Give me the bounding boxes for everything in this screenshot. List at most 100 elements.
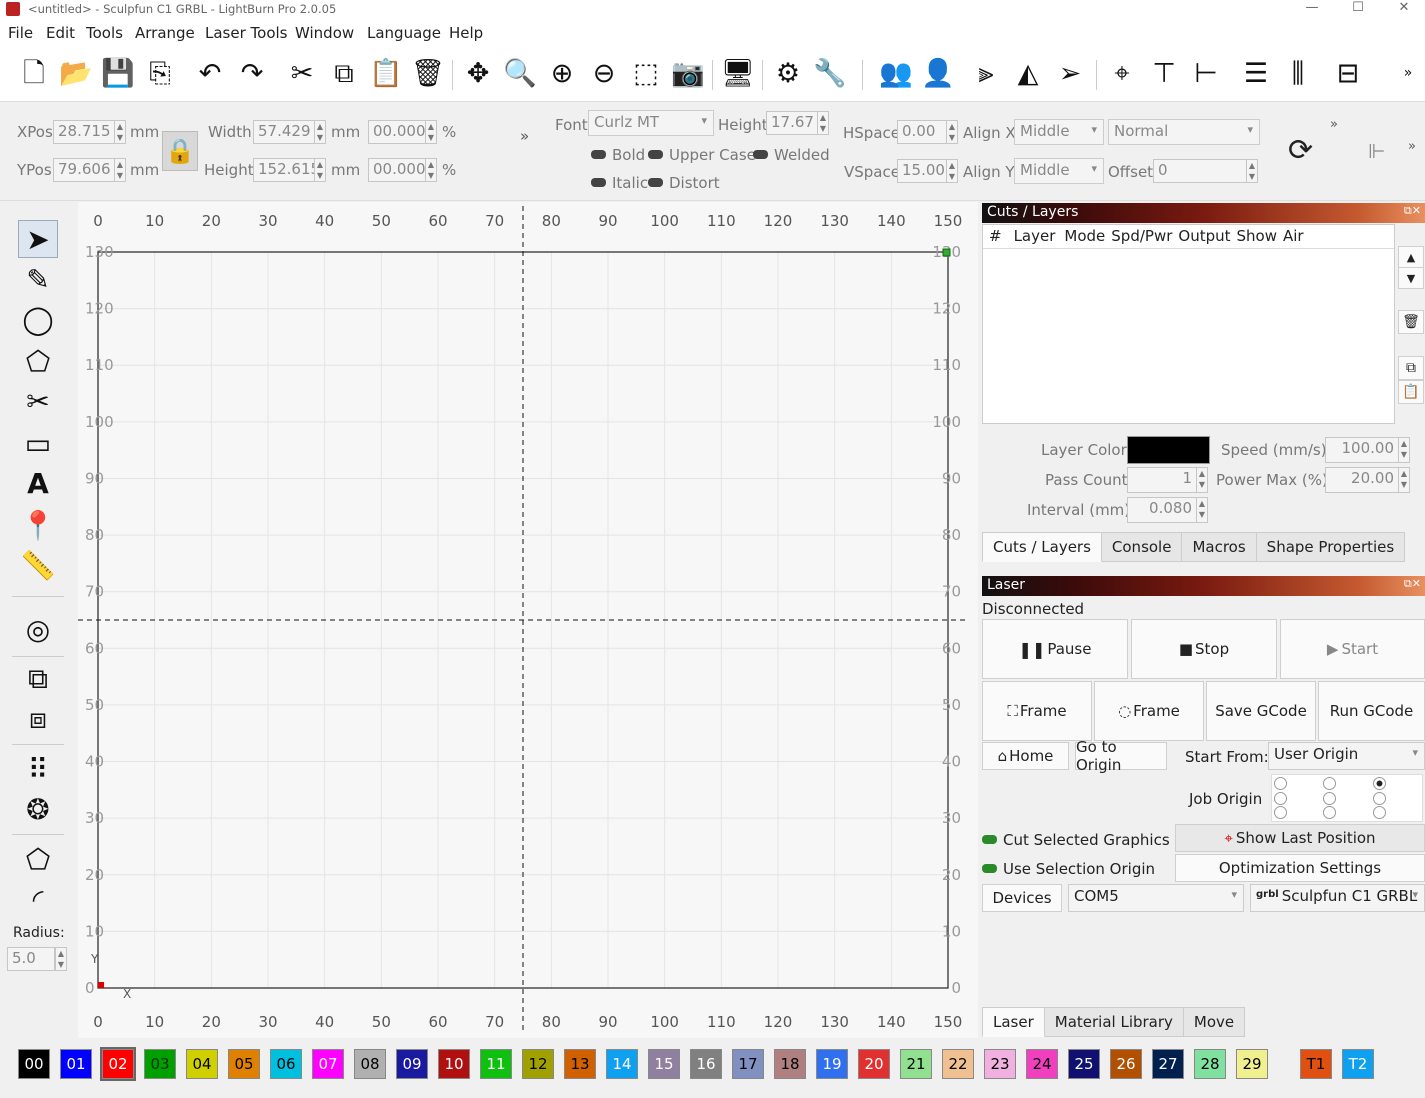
font-height-spin[interactable]: ▲ ▼ [817,111,829,135]
frame-round-button[interactable]: ◌ Frame [1094,681,1204,741]
zoom-frame-icon[interactable]: ⬚ [627,54,665,92]
width-input[interactable]: 57.429 [253,120,315,144]
tab-move[interactable]: Move [1183,1007,1246,1037]
layer-color-swatch[interactable] [1127,436,1210,464]
canvas-grid[interactable]: 0 0 10 10 20 20 30 30 40 40 50 50 60 60 70 70 80 80 90 90 10… [78,202,978,1038]
port-select[interactable]: COM5 [1068,884,1244,912]
vspace-spin[interactable]: ▲ ▼ [946,159,958,183]
palette-color-14[interactable]: 14 [606,1049,638,1079]
boolean-union-icon[interactable]: ⧉ [18,660,58,698]
palette-color-27[interactable]: 27 [1152,1049,1184,1079]
refresh-icon[interactable]: ⟳ [1288,133,1313,168]
align-icon[interactable]: ⫸ [967,54,1005,92]
palette-color-19[interactable]: 19 [816,1049,848,1079]
col-show[interactable]: Show [1234,225,1280,248]
col-spd-pwr[interactable]: Spd/Pwr [1108,225,1175,248]
ypos-input[interactable]: 79.606 [53,158,115,182]
origin-top-center[interactable] [1323,777,1336,790]
pass-count-spin[interactable]: ▲ ▼ [1196,467,1208,493]
minimize-button[interactable]: — [1292,0,1332,15]
palette-color-12[interactable]: 12 [522,1049,554,1079]
col-output[interactable]: Output [1175,225,1233,248]
use-selection-origin-toggle[interactable]: Use Selection Origin [982,860,1155,878]
menu-help[interactable]: Help [449,24,483,42]
crosshair-icon[interactable]: ⌖ [1103,54,1141,92]
toolbar-more-icon[interactable]: » [1398,54,1418,92]
palette-color-20[interactable]: 20 [858,1049,890,1079]
xpos-input[interactable]: 28.715 [53,120,115,144]
palette-color-07[interactable]: 07 [312,1049,344,1079]
corner-radius-icon[interactable]: ◜ [18,880,58,918]
offset-input[interactable]: 0 [1153,159,1247,183]
offset-spin[interactable]: ▲ ▼ [1246,159,1258,183]
lock-ratio-icon[interactable]: 🔒 [162,131,198,171]
col-layer[interactable]: Layer [1008,225,1062,248]
cut-icon[interactable]: ✂ [283,54,321,92]
power-max-spin[interactable]: ▲ ▼ [1398,467,1410,493]
alignx-select[interactable]: Middle [1014,119,1104,145]
panel-float-icon[interactable]: ⧉✕ [1404,204,1421,218]
pause-button[interactable]: ❚❚ Pause [982,619,1128,679]
palette-color-00[interactable]: 00 [18,1049,50,1079]
device-select[interactable]: grbl Sculpfun C1 GRBL [1250,884,1425,912]
palette-color-18[interactable]: 18 [774,1049,806,1079]
rectangle-icon[interactable]: ▭ [18,424,58,462]
monitor-icon[interactable]: 🖥 [719,54,757,92]
speed-spin[interactable]: ▲ ▼ [1398,437,1410,463]
layer-delete-icon[interactable]: 🗑 [1398,310,1424,334]
width-spin[interactable]: ▲ ▼ [314,120,326,144]
tab-shape-properties[interactable]: Shape Properties [1256,532,1406,562]
close-button[interactable]: ✕ [1384,0,1424,15]
go-to-origin-button[interactable]: Go to Origin [1075,738,1167,774]
menu-language[interactable]: Language [367,24,441,42]
scale-height-input[interactable]: 00.000 [368,158,426,182]
grid-array-icon[interactable]: ⠿ [18,750,58,788]
props-more3-icon[interactable]: » [1408,139,1416,154]
layer-paste-icon[interactable]: 📋 [1398,380,1424,404]
optimization-settings-button[interactable]: Optimization Settings [1175,854,1425,882]
undo-icon[interactable]: ↶ [191,54,229,92]
circular-array-icon[interactable]: ❂ [18,790,58,828]
radius-input[interactable]: 5.0 [7,947,55,971]
palette-color-06[interactable]: 06 [270,1049,302,1079]
workspace-canvas[interactable]: 0 0 10 10 20 20 30 30 40 40 50 50 60 60 70 70 80 80 90 90 10… [78,202,978,1038]
devices-button[interactable]: Devices [982,884,1062,912]
paste-icon[interactable]: 📋 [367,54,405,92]
camera-icon[interactable]: 📷 [669,54,707,92]
send-icon[interactable]: ➢ [1051,54,1089,92]
distort-toggle[interactable]: Distort [648,174,720,192]
maximize-button[interactable]: ☐ [1338,0,1378,15]
open-folder-icon[interactable]: 📂 [57,54,95,92]
interval-input[interactable]: 0.080 [1127,497,1197,523]
hspace-input[interactable]: 0.00 [897,120,947,144]
origin-bottom-right[interactable] [1373,806,1386,819]
palette-color-05[interactable]: 05 [228,1049,260,1079]
col-air[interactable]: Air [1280,225,1307,248]
scale-height-spin[interactable]: ▲ ▼ [425,158,437,182]
origin-bottom-center[interactable] [1323,806,1336,819]
mirror-icon[interactable]: ◭ [1009,54,1047,92]
props-more2-icon[interactable]: » [1330,117,1338,132]
edit-nodes-icon[interactable]: ✂ [18,382,58,420]
machine-settings-icon[interactable]: ⚙ [769,54,807,92]
home-button[interactable]: ⌂ Home [982,742,1069,770]
tab-cuts-layers[interactable]: Cuts / Layers [982,532,1102,562]
col-mode[interactable]: Mode [1061,225,1108,248]
palette-color-08[interactable]: 08 [354,1049,386,1079]
height-spin[interactable]: ▲ ▼ [314,158,326,182]
convert-path-icon[interactable]: ⬠ [18,840,58,878]
props-more-icon[interactable]: » [520,127,529,145]
origin-top-left[interactable] [1274,777,1287,790]
path-align-icon[interactable]: ⊩ [1368,139,1385,163]
power-max-input[interactable]: 20.00 [1325,467,1399,493]
save-icon[interactable]: 💾 [99,54,137,92]
palette-color-29[interactable]: 29 [1236,1049,1268,1079]
palette-color-13[interactable]: 13 [564,1049,596,1079]
palette-color-21[interactable]: 21 [900,1049,932,1079]
palette-color-26[interactable]: 26 [1110,1049,1142,1079]
run-gcode-button[interactable]: Run GCode [1318,681,1425,741]
draw-line-icon[interactable]: ✎ [18,260,58,298]
palette-color-22[interactable]: 22 [942,1049,974,1079]
select-icon[interactable]: ➤ [18,220,58,258]
import-icon[interactable]: ⎘ [141,54,179,92]
